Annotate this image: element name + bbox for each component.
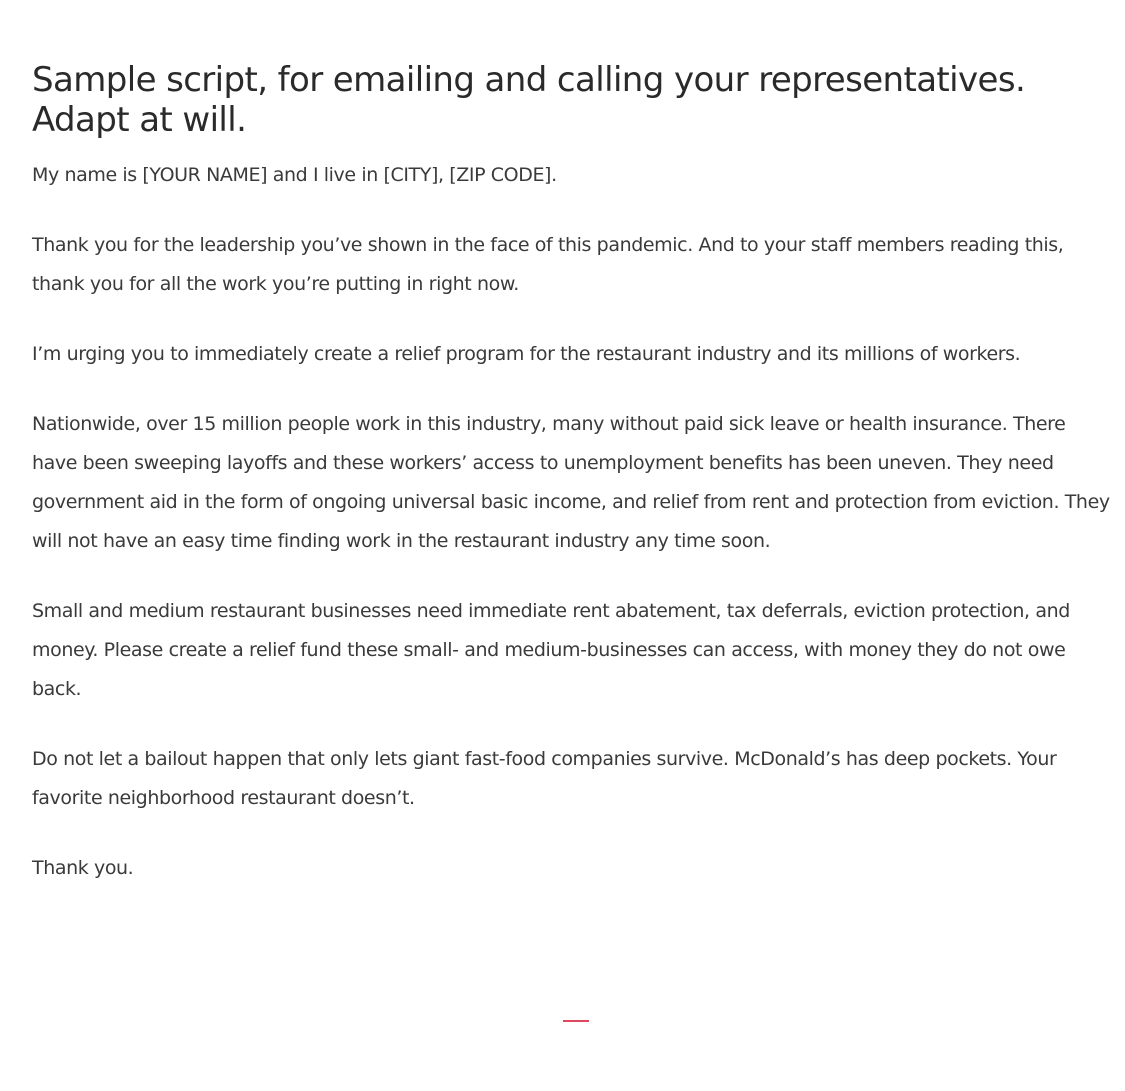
page-title: Sample script, for emailing and calling … bbox=[32, 60, 1026, 140]
script-document: Sample script, for emailing and calling … bbox=[32, 60, 1114, 888]
paragraph-name: My name is [YOUR NAME] and I live in [CI… bbox=[32, 164, 557, 186]
paragraph-thanks: Thank you for the leadership you’ve show… bbox=[32, 234, 1064, 295]
end-divider bbox=[563, 1020, 589, 1022]
paragraph-closing: Thank you. bbox=[32, 857, 134, 879]
paragraph-workers: Nationwide, over 15 million people work … bbox=[32, 413, 1110, 552]
paragraph-urging: I’m urging you to immediately create a r… bbox=[32, 343, 1021, 365]
paragraph-bailout: Do not let a bailout happen that only le… bbox=[32, 748, 1057, 809]
paragraph-businesses: Small and medium restaurant businesses n… bbox=[32, 600, 1070, 700]
